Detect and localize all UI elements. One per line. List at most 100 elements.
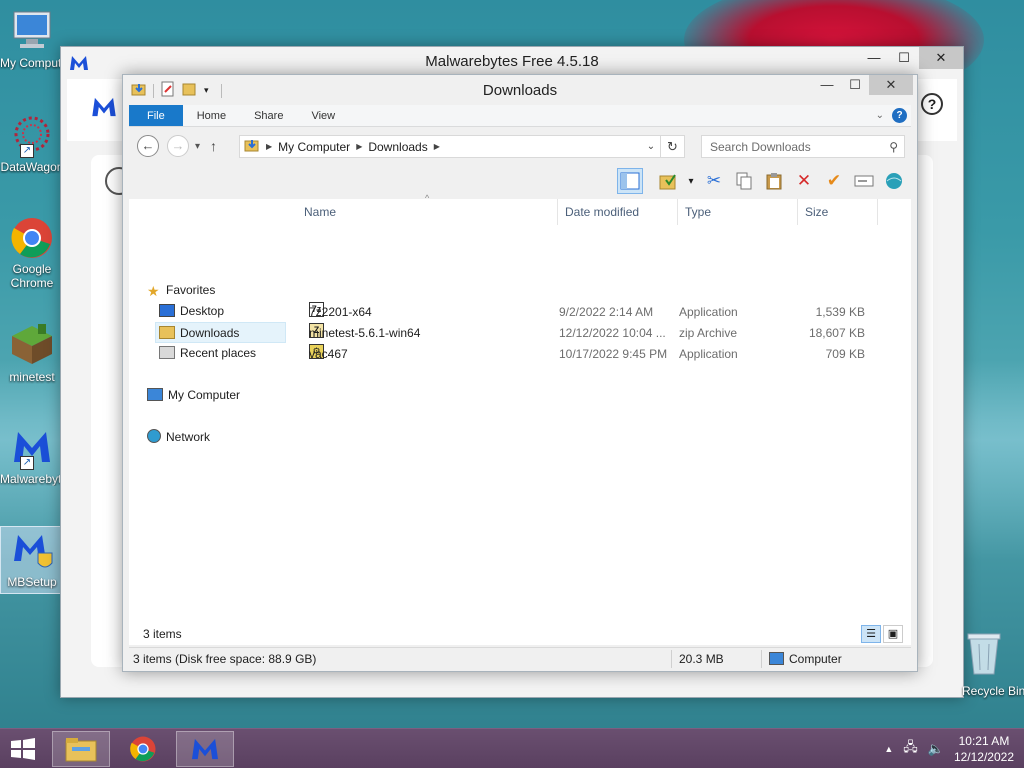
column-header-date-modified[interactable]: Date modified xyxy=(558,199,678,225)
tab-view[interactable]: View xyxy=(297,105,349,126)
tab-share[interactable]: Share xyxy=(240,105,297,126)
downloads-folder-icon xyxy=(159,326,175,339)
status-bar: 3 items (Disk free space: 88.9 GB) 20.3 … xyxy=(129,647,911,669)
table-row[interactable]: 7z 7z2201-x64 9/2/2022 2:14 AM Applicatio… xyxy=(297,302,911,323)
recycle-bin-icon[interactable] xyxy=(966,630,1002,676)
desktop-icon-minetest[interactable]: minetest xyxy=(0,322,64,384)
minetest-icon xyxy=(8,322,56,368)
breadcrumb-my-computer[interactable]: My Computer xyxy=(278,140,350,154)
command-toolbar: ▾ ✂ ✕ ✔ xyxy=(129,165,911,197)
star-icon: ★ xyxy=(147,283,160,299)
refresh-icon[interactable]: ↻ xyxy=(660,136,684,157)
taskbar: ▲ 🖧 🔈 10:21 AM 12/12/2022 xyxy=(0,728,1024,768)
close-button[interactable]: ✕ xyxy=(919,47,963,69)
malwarebytes-icon: ↗ xyxy=(8,424,56,470)
help-icon[interactable]: ? xyxy=(921,93,943,115)
navigation-bar: ← → ▾ ↑ ▶ My Computer ▶ Downloads ▶ ⌄ ↻ … xyxy=(129,131,911,161)
nav-item-network[interactable]: Network xyxy=(147,427,210,448)
shortcut-arrow-icon: ↗ xyxy=(20,456,34,470)
paste-icon[interactable] xyxy=(761,168,787,194)
tab-home[interactable]: Home xyxy=(183,105,240,126)
details-view-icon[interactable]: ☰ xyxy=(861,625,881,643)
datawagon-icon: ↗ xyxy=(8,112,56,158)
item-count-bar: 3 items ☰ ▣ xyxy=(129,623,911,645)
large-icons-view-icon[interactable]: ▣ xyxy=(883,625,903,643)
minimize-button[interactable]: — xyxy=(859,47,889,69)
address-bar[interactable]: ▶ My Computer ▶ Downloads ▶ ⌄ ↻ xyxy=(239,135,685,158)
preview-pane-icon[interactable] xyxy=(617,168,643,194)
explorer-window[interactable]: ▾ Downloads — ☐ ✕ File Home Share View ⌄… xyxy=(122,74,918,672)
taskbar-file-explorer-icon[interactable] xyxy=(52,731,110,767)
folder-options-icon[interactable] xyxy=(655,168,681,194)
file-list: ^ Name Date modified Type Size 7z 7z2201-… xyxy=(297,193,911,623)
chrome-icon xyxy=(8,214,56,260)
breadcrumb-separator-icon[interactable]: ▶ xyxy=(356,142,362,151)
explorer-body: ★ Favorites Desktop Downloads Recent plac… xyxy=(129,193,911,623)
help-icon[interactable]: ? xyxy=(892,108,907,123)
malwarebytes-logo-icon xyxy=(69,53,89,71)
breadcrumb-separator-icon[interactable]: ▶ xyxy=(434,142,440,151)
nav-item-my-computer[interactable]: My Computer xyxy=(147,385,240,406)
forward-button[interactable]: → xyxy=(167,135,189,157)
rename-icon[interactable] xyxy=(851,168,877,194)
chevron-down-icon[interactable]: ▾ xyxy=(685,168,697,194)
status-size: 20.3 MB xyxy=(679,652,724,666)
taskbar-chrome-icon[interactable] xyxy=(114,731,172,767)
desktop-icon-mbsetup[interactable]: MBSetup xyxy=(0,526,64,594)
column-header-name[interactable]: Name xyxy=(297,199,558,225)
back-button[interactable]: ← xyxy=(137,135,159,157)
address-dropdown-icon[interactable]: ⌄ xyxy=(642,141,660,152)
start-button[interactable] xyxy=(8,737,38,761)
search-icon: ⚲ xyxy=(889,139,898,154)
maximize-button[interactable]: ☐ xyxy=(889,47,919,69)
desktop-icon-google-chrome[interactable]: Google Chrome xyxy=(0,214,64,290)
column-header-type[interactable]: Type xyxy=(678,199,798,225)
malwarebytes-title: Malwarebytes Free 4.5.18 xyxy=(425,53,599,70)
network-icon[interactable]: 🖧 xyxy=(903,738,918,760)
item-count: 3 items xyxy=(143,627,182,641)
navigation-pane: ★ Favorites Desktop Downloads Recent plac… xyxy=(129,199,289,623)
table-row[interactable]: Zminetest-5.6.1-win64 12/12/2022 10:04 .… xyxy=(297,323,911,344)
recent-places-icon xyxy=(159,346,175,359)
ribbon-tabs: File Home Share View ⌄ ? xyxy=(129,105,911,127)
nav-item-desktop[interactable]: Desktop xyxy=(159,301,224,322)
breadcrumb-downloads[interactable]: Downloads xyxy=(368,140,427,154)
explorer-titlebar[interactable]: ▾ Downloads — ☐ ✕ xyxy=(123,75,917,105)
desktop-icon-datawagon[interactable]: ↗ DataWagon xyxy=(0,112,64,174)
explorer-title: Downloads xyxy=(482,82,558,99)
status-disk-space: 3 items (Disk free space: 88.9 GB) xyxy=(133,652,317,666)
tab-file[interactable]: File xyxy=(129,105,183,126)
up-button[interactable]: ↑ xyxy=(210,138,217,154)
search-input[interactable]: Search Downloads ⚲ xyxy=(701,135,905,158)
desktop-icon-my-computer[interactable]: My Computer xyxy=(0,8,64,70)
expand-ribbon-icon[interactable]: ⌄ xyxy=(876,110,884,121)
clock[interactable]: 10:21 AM 12/12/2022 xyxy=(954,733,1014,765)
minimize-button[interactable]: — xyxy=(813,75,841,95)
status-location: Computer xyxy=(789,652,842,666)
show-hidden-icons-icon[interactable]: ▲ xyxy=(884,744,893,754)
recycle-bin-label: Recycle Bin xyxy=(962,684,1024,698)
globe-icon[interactable] xyxy=(881,168,907,194)
cut-icon[interactable]: ✂ xyxy=(701,168,727,194)
copy-icon[interactable] xyxy=(731,168,757,194)
column-header-size[interactable]: Size xyxy=(798,199,878,225)
breadcrumb-separator-icon[interactable]: ▶ xyxy=(266,142,272,151)
table-row[interactable]: ⚙ vac467 10/17/2022 9:45 PM Application 7… xyxy=(297,344,911,365)
desktop-icon xyxy=(159,304,175,317)
delete-icon[interactable]: ✕ xyxy=(791,168,817,194)
close-button[interactable]: ✕ xyxy=(869,75,913,95)
folder-icon xyxy=(244,138,260,155)
malwarebytes-titlebar[interactable]: Malwarebytes Free 4.5.18 — ☐ ✕ xyxy=(61,47,963,77)
nav-item-favorites[interactable]: ★ Favorites xyxy=(147,280,215,301)
taskbar-malwarebytes-icon[interactable] xyxy=(176,731,234,767)
checkmark-icon[interactable]: ✔ xyxy=(821,168,847,194)
nav-item-recent-places[interactable]: Recent places xyxy=(159,343,256,364)
nav-item-downloads[interactable]: Downloads xyxy=(155,322,286,343)
maximize-button[interactable]: ☐ xyxy=(841,75,869,95)
desktop-icon-malwarebytes[interactable]: ↗ Malwarebytes xyxy=(0,424,64,486)
search-placeholder: Search Downloads xyxy=(710,139,811,154)
recent-locations-icon[interactable]: ▾ xyxy=(195,141,200,152)
computer-icon xyxy=(769,652,784,665)
volume-icon[interactable]: 🔈 xyxy=(928,741,944,757)
mbsetup-icon xyxy=(8,527,56,573)
